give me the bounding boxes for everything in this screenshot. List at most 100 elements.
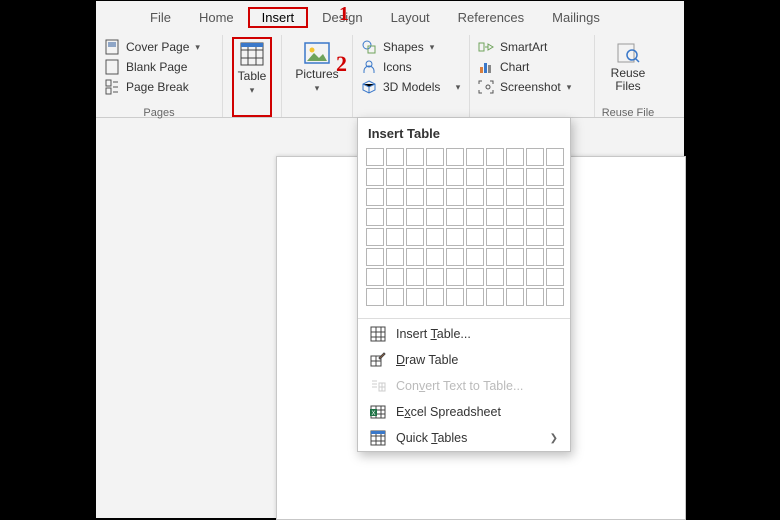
grid-cell[interactable] [546, 188, 564, 206]
grid-cell[interactable] [546, 208, 564, 226]
grid-cell[interactable] [526, 148, 544, 166]
grid-cell[interactable] [506, 248, 524, 266]
grid-cell[interactable] [406, 288, 424, 306]
grid-cell[interactable] [386, 248, 404, 266]
grid-cell[interactable] [386, 228, 404, 246]
grid-cell[interactable] [406, 248, 424, 266]
grid-cell[interactable] [386, 288, 404, 306]
grid-cell[interactable] [406, 188, 424, 206]
cover-page-button[interactable]: Cover Page ▾ [104, 37, 214, 57]
grid-cell[interactable] [366, 168, 384, 186]
grid-cell[interactable] [446, 188, 464, 206]
grid-cell[interactable] [446, 228, 464, 246]
grid-cell[interactable] [446, 288, 464, 306]
grid-cell[interactable] [406, 148, 424, 166]
grid-cell[interactable] [486, 148, 504, 166]
grid-cell[interactable] [426, 288, 444, 306]
grid-cell[interactable] [546, 148, 564, 166]
grid-cell[interactable] [466, 188, 484, 206]
grid-cell[interactable] [546, 228, 564, 246]
grid-cell[interactable] [446, 208, 464, 226]
grid-cell[interactable] [486, 268, 504, 286]
blank-page-button[interactable]: Blank Page [104, 57, 214, 77]
icons-button[interactable]: Icons [361, 57, 461, 77]
grid-cell[interactable] [526, 288, 544, 306]
grid-cell[interactable] [546, 288, 564, 306]
grid-cell[interactable] [366, 208, 384, 226]
table-button[interactable]: Table ▾ [232, 37, 273, 117]
grid-cell[interactable] [526, 228, 544, 246]
tab-references[interactable]: References [444, 7, 538, 28]
menu-insert-table[interactable]: Insert Table... [358, 321, 570, 347]
reuse-files-button[interactable]: Reuse Files [605, 37, 652, 117]
grid-cell[interactable] [546, 168, 564, 186]
smartart-button[interactable]: SmartArt [478, 37, 586, 57]
grid-cell[interactable] [486, 188, 504, 206]
grid-cell[interactable] [366, 288, 384, 306]
grid-cell[interactable] [426, 268, 444, 286]
grid-cell[interactable] [406, 228, 424, 246]
grid-cell[interactable] [486, 168, 504, 186]
grid-cell[interactable] [466, 288, 484, 306]
grid-cell[interactable] [426, 248, 444, 266]
grid-cell[interactable] [466, 268, 484, 286]
grid-cell[interactable] [526, 248, 544, 266]
grid-cell[interactable] [506, 168, 524, 186]
grid-cell[interactable] [506, 288, 524, 306]
grid-cell[interactable] [406, 208, 424, 226]
grid-cell[interactable] [486, 228, 504, 246]
grid-cell[interactable] [406, 168, 424, 186]
tab-file[interactable]: File [136, 7, 185, 28]
grid-cell[interactable] [506, 148, 524, 166]
grid-cell[interactable] [446, 268, 464, 286]
grid-cell[interactable] [366, 228, 384, 246]
grid-cell[interactable] [386, 168, 404, 186]
grid-cell[interactable] [486, 248, 504, 266]
table-size-grid[interactable] [358, 145, 570, 316]
grid-cell[interactable] [486, 288, 504, 306]
menu-quick-tables[interactable]: Quick Tables ❯ [358, 425, 570, 451]
grid-cell[interactable] [406, 268, 424, 286]
screenshot-button[interactable]: Screenshot ▾ [478, 77, 586, 97]
menu-excel-spreadsheet[interactable]: X Excel Spreadsheet [358, 399, 570, 425]
tab-insert[interactable]: Insert [248, 7, 309, 28]
grid-cell[interactable] [506, 188, 524, 206]
grid-cell[interactable] [486, 208, 504, 226]
grid-cell[interactable] [366, 248, 384, 266]
tab-mailings[interactable]: Mailings [538, 7, 614, 28]
grid-cell[interactable] [366, 268, 384, 286]
grid-cell[interactable] [446, 168, 464, 186]
grid-cell[interactable] [546, 248, 564, 266]
grid-cell[interactable] [466, 248, 484, 266]
3d-models-button[interactable]: 3D Models ▾ [361, 77, 461, 97]
grid-cell[interactable] [506, 228, 524, 246]
grid-cell[interactable] [526, 188, 544, 206]
grid-cell[interactable] [426, 148, 444, 166]
grid-cell[interactable] [426, 228, 444, 246]
grid-cell[interactable] [426, 168, 444, 186]
grid-cell[interactable] [386, 208, 404, 226]
chart-button[interactable]: Chart [478, 57, 586, 77]
pictures-button[interactable]: Pictures ▾ [289, 37, 344, 117]
grid-cell[interactable] [426, 188, 444, 206]
grid-cell[interactable] [526, 268, 544, 286]
grid-cell[interactable] [386, 188, 404, 206]
shapes-button[interactable]: Shapes ▾ [361, 37, 461, 57]
grid-cell[interactable] [466, 228, 484, 246]
grid-cell[interactable] [446, 148, 464, 166]
page-break-button[interactable]: Page Break [104, 77, 214, 97]
grid-cell[interactable] [526, 208, 544, 226]
grid-cell[interactable] [426, 208, 444, 226]
menu-draw-table[interactable]: Draw Table [358, 347, 570, 373]
grid-cell[interactable] [506, 268, 524, 286]
grid-cell[interactable] [526, 168, 544, 186]
tab-layout[interactable]: Layout [377, 7, 444, 28]
grid-cell[interactable] [546, 268, 564, 286]
grid-cell[interactable] [386, 148, 404, 166]
grid-cell[interactable] [366, 148, 384, 166]
grid-cell[interactable] [366, 188, 384, 206]
grid-cell[interactable] [466, 208, 484, 226]
grid-cell[interactable] [506, 208, 524, 226]
tab-home[interactable]: Home [185, 7, 248, 28]
grid-cell[interactable] [466, 168, 484, 186]
